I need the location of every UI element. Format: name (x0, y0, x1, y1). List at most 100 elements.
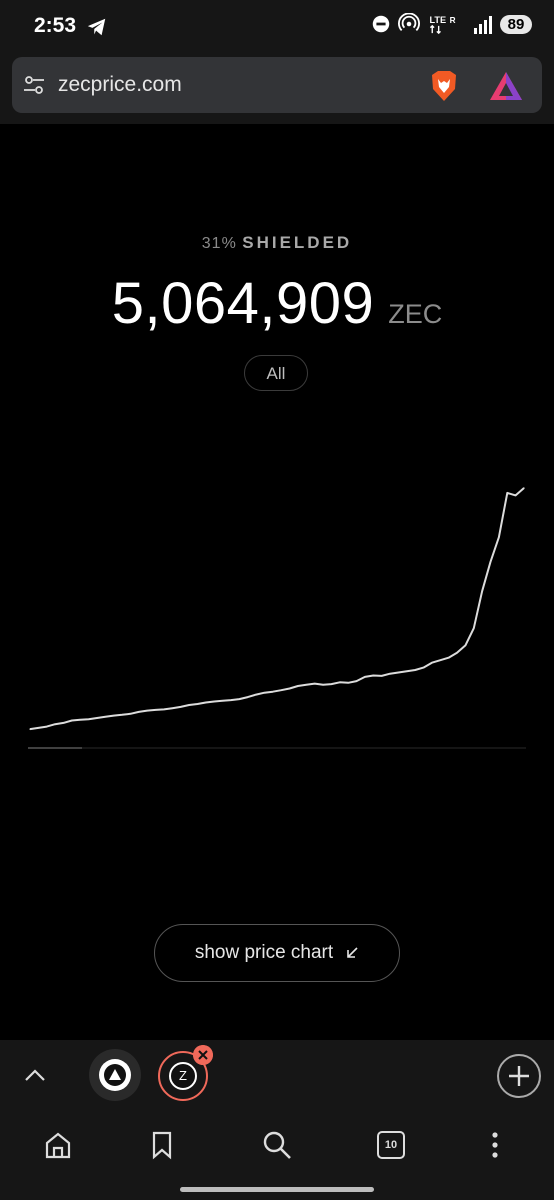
chart-point-0-25 (238, 698, 240, 700)
brave-rewards-icon[interactable] (488, 69, 524, 103)
chart-point-0-17 (171, 707, 173, 709)
chart-point-0-9 (104, 716, 106, 718)
chart-point-0-46 (414, 669, 416, 671)
browser-toolbar: zecprice.com (0, 52, 554, 124)
chart-point-0-32 (297, 685, 299, 687)
chart-point-0-10 (113, 715, 115, 717)
chart-point-0-44 (397, 671, 399, 674)
chart-point-0-19 (188, 704, 190, 706)
signal-icon (474, 16, 492, 34)
chart-point-0-27 (255, 694, 257, 696)
chart-point-0-15 (155, 709, 157, 711)
chart-point-0-40 (364, 676, 366, 678)
chart-point-0-14 (146, 710, 148, 712)
chart-point-0-21 (205, 701, 207, 704)
status-time: 2:53 (34, 14, 77, 37)
chart-point-0-26 (247, 696, 249, 698)
chart-point-0-38 (347, 682, 349, 684)
chart-point-0-58 (515, 494, 517, 496)
bottom-navigation: 10 (0, 1112, 554, 1200)
more-menu-icon[interactable] (480, 1130, 510, 1160)
chart-point-0-47 (422, 667, 425, 669)
shielded-supply: 5,064,909 ZEC (0, 270, 554, 337)
chart-point-0-36 (330, 683, 332, 685)
search-icon[interactable] (262, 1130, 292, 1160)
chart-point-0-57 (506, 492, 508, 494)
url-text[interactable]: zecprice.com (58, 73, 182, 97)
chart-point-0-8 (96, 717, 98, 719)
tab-strip: Z (0, 1040, 554, 1112)
chart-point-0-16 (163, 708, 165, 710)
chart-point-0-49 (439, 659, 441, 661)
chart-point-0-45 (406, 670, 408, 672)
address-bar[interactable]: zecprice.com (12, 57, 542, 113)
chart-point-0-13 (138, 711, 140, 713)
do-not-disturb-icon (372, 15, 390, 33)
close-tab-icon[interactable] (193, 1045, 213, 1065)
chart-point-0-50 (448, 657, 450, 659)
hotspot-icon (398, 13, 420, 32)
show-price-chart-label: show price chart (194, 942, 334, 963)
chart-point-0-34 (314, 683, 316, 685)
chart-point-0-5 (71, 719, 73, 722)
status-bar: 2:53 LTE R 89 (0, 0, 554, 52)
chart-point-0-24 (230, 699, 232, 701)
shielded-unit: ZEC (388, 299, 443, 329)
shielded-percentage: 31% SHIELDED (0, 233, 554, 253)
chart-point-0-0 (29, 728, 31, 730)
new-tab-button[interactable] (497, 1054, 541, 1098)
chart-point-0-4 (62, 722, 65, 724)
plus-icon (509, 1066, 529, 1086)
tab-brave-favicon (99, 1059, 131, 1091)
chart-point-0-39 (355, 680, 358, 682)
chart-point-0-48 (431, 662, 433, 664)
chart-point-0-31 (289, 687, 291, 690)
chart-point-0-56 (498, 536, 500, 538)
chevron-up-icon[interactable] (22, 1062, 48, 1088)
home-icon[interactable] (43, 1130, 73, 1160)
chart-point-0-3 (54, 723, 56, 725)
range-selector-all[interactable]: All (244, 355, 308, 391)
chart-point-0-23 (222, 700, 224, 702)
tab-zecprice-favicon: Z (169, 1062, 197, 1090)
svg-text:R: R (450, 16, 456, 25)
chart-series (29, 487, 525, 731)
chart-point-0-35 (322, 684, 324, 686)
chart-point-0-37 (339, 681, 341, 683)
chart-point-0-12 (129, 713, 132, 715)
chart-point-0-2 (46, 726, 48, 728)
shielded-label: SHIELDED (242, 233, 353, 252)
chart-point-0-41 (372, 674, 374, 677)
chart-point-0-54 (481, 590, 483, 592)
chart-point-0-18 (180, 706, 182, 708)
chart-point-0-30 (280, 689, 282, 691)
battery-indicator: 89 (500, 14, 532, 34)
chart-point-0-59 (523, 487, 525, 489)
chart-point-0-6 (79, 719, 81, 721)
lte-label: LTE (430, 15, 447, 25)
chart-point-0-33 (305, 684, 307, 686)
chart-point-0-42 (381, 675, 383, 677)
chart-point-0-20 (196, 703, 199, 705)
tab-brave[interactable] (89, 1049, 141, 1101)
chart-point-0-1 (37, 727, 40, 729)
chart-point-0-53 (473, 627, 475, 629)
bookmark-icon[interactable] (147, 1130, 177, 1160)
status-icons: LTE R 89 (370, 13, 532, 35)
home-indicator (180, 1187, 374, 1192)
shielded-amount: 5,064,909 (111, 271, 375, 336)
shielded-percent-value: 31% (201, 235, 237, 252)
lte-icon: LTE R (430, 15, 456, 35)
chart-point-0-11 (121, 714, 123, 716)
chart-point-0-7 (88, 718, 90, 720)
chart-point-0-43 (389, 673, 391, 675)
tab-switcher-button[interactable]: 10 (377, 1131, 405, 1159)
chart-point-0-28 (263, 692, 265, 694)
brave-shields-icon[interactable] (428, 69, 460, 103)
chart-point-0-52 (464, 644, 466, 646)
chart-point-0-29 (272, 691, 274, 693)
chart-point-0-22 (213, 700, 215, 703)
arrow-down-left-icon (347, 947, 358, 958)
site-settings-icon[interactable] (22, 73, 46, 97)
show-price-chart-button[interactable]: show price chart (154, 924, 400, 982)
